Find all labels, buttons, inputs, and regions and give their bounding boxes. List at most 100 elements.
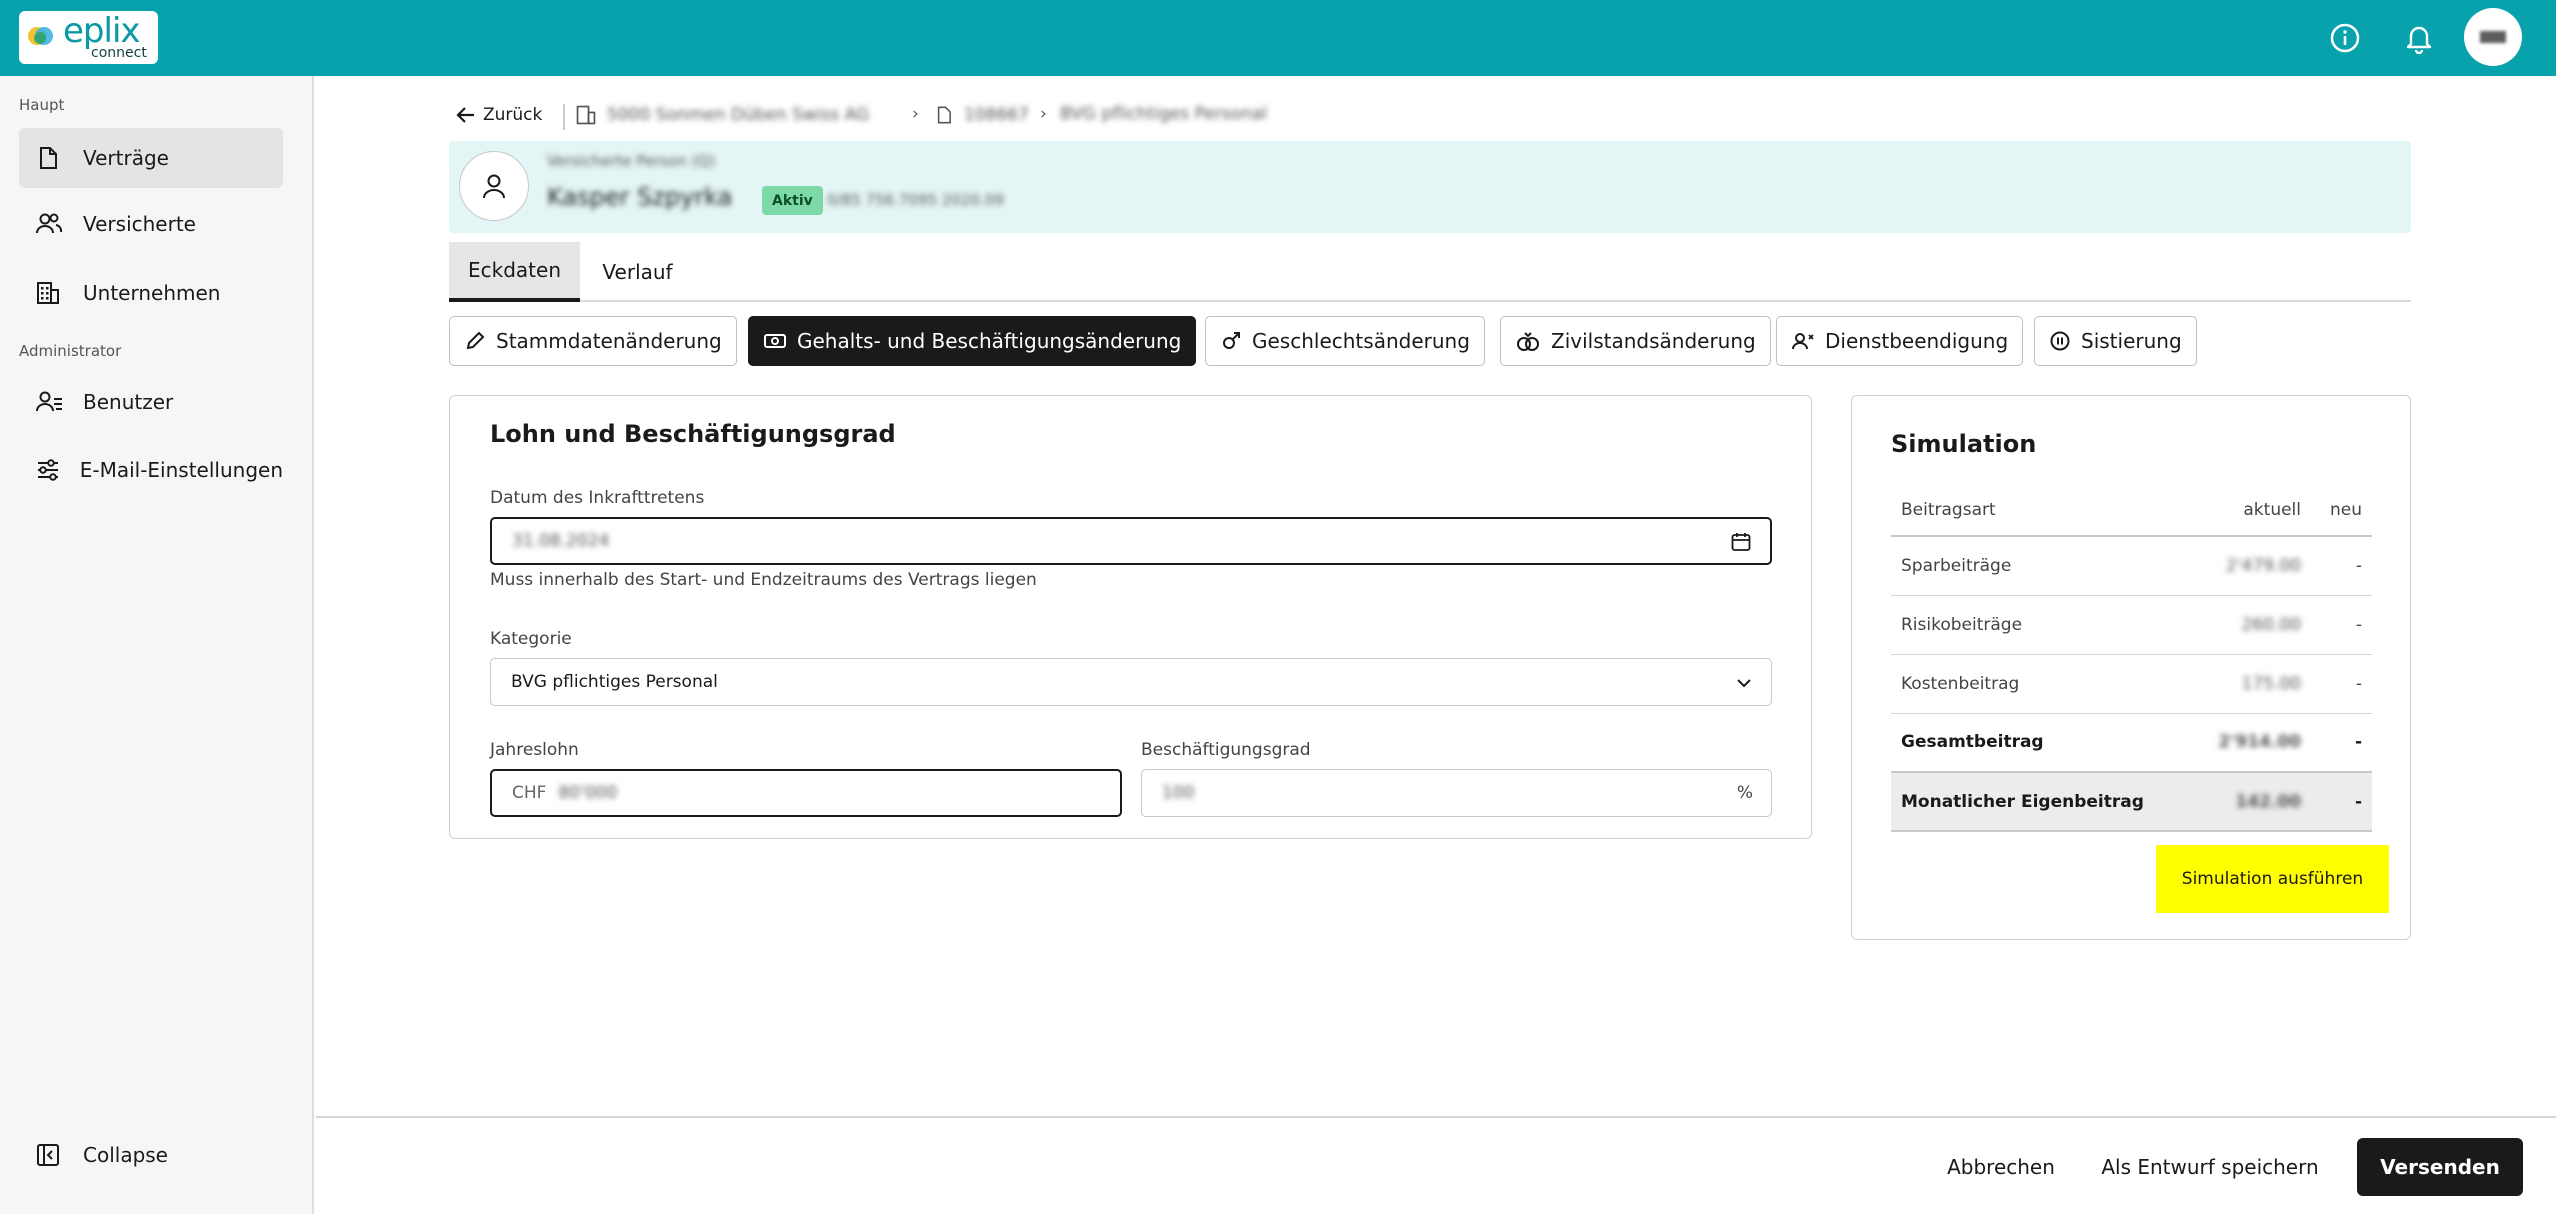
- bell-icon[interactable]: [2401, 20, 2437, 56]
- users-icon: [35, 211, 75, 237]
- sidebar-item-benutzer[interactable]: Benutzer: [19, 372, 283, 432]
- action-label: Sistierung: [2081, 329, 2182, 353]
- building-icon: [576, 105, 596, 125]
- back-link[interactable]: Zurück: [455, 104, 542, 126]
- date-input[interactable]: 31.08.2024: [490, 517, 1772, 565]
- salary-value: 80'000: [558, 783, 618, 803]
- cancel-button[interactable]: Abbrechen: [1938, 1138, 2064, 1196]
- pencil-icon: [464, 330, 486, 352]
- logo-subtext: connect: [91, 45, 147, 61]
- person-subtitle: Versicherte Person (Q): [547, 152, 716, 170]
- sidebar-item-unternehmen[interactable]: Unternehmen: [19, 263, 283, 323]
- row-new-value: -: [2301, 654, 2372, 714]
- person-meta: 0/85 756.7095 2020.09: [827, 191, 1004, 209]
- user-avatar[interactable]: ■■: [2464, 8, 2522, 66]
- insured-person-card: Versicherte Person (Q) Kasper Szpyrka Ak…: [449, 141, 2411, 233]
- eplix-logo[interactable]: eplix connect: [19, 11, 158, 64]
- breadcrumb-category: BVG pflichtiges Personal: [1060, 104, 1267, 124]
- person-name: Kasper Szpyrka: [547, 183, 733, 211]
- zivilstandsaenderung-button[interactable]: Zivilstandsänderung: [1500, 316, 1771, 366]
- breadcrumb-company[interactable]: 5000 Sonmen Düben Swiss AG: [575, 104, 869, 126]
- row-current-value: 2'479.00: [2226, 555, 2301, 576]
- row-label: Sparbeiträge: [1891, 536, 2191, 596]
- date-value: 31.08.2024: [512, 531, 610, 551]
- action-label: Dienstbeendigung: [1825, 329, 2009, 353]
- breadcrumb-separator: ›: [912, 104, 919, 124]
- send-button[interactable]: Versenden: [2357, 1138, 2523, 1196]
- sidebar-item-label: E-Mail-Einstellungen: [79, 458, 283, 482]
- logo-text: eplix: [63, 11, 141, 51]
- row-label: Gesamtbeitrag: [1891, 713, 2191, 773]
- geschlechtsaenderung-button[interactable]: Geschlechtsänderung: [1205, 316, 1485, 366]
- sidebar-item-versicherte[interactable]: Versicherte: [19, 194, 283, 254]
- degree-suffix: %: [1736, 783, 1753, 803]
- top-bar: eplix connect ■■: [0, 0, 2556, 76]
- dienstbeendigung-button[interactable]: Dienstbeendigung: [1776, 316, 2024, 366]
- sidebar-item-label: Verträge: [83, 146, 169, 170]
- breadcrumb-contract[interactable]: 108667: [934, 104, 1029, 126]
- table-row: Risikobeiträge 260.00 -: [1891, 595, 2372, 655]
- column-header: Beitragsart: [1891, 484, 2191, 537]
- calendar-icon[interactable]: [1730, 531, 1752, 553]
- degree-input[interactable]: 100 %: [1141, 769, 1772, 817]
- user-remove-icon: [1791, 330, 1815, 352]
- degree-value: 100: [1162, 783, 1195, 803]
- sidebar-item-label: Benutzer: [83, 390, 174, 414]
- chevron-down-icon: [1737, 679, 1751, 688]
- sistierung-button[interactable]: Sistierung: [2034, 316, 2197, 366]
- collapse-button[interactable]: Collapse: [19, 1125, 283, 1185]
- action-label: Gehalts- und Beschäftigungsänderung: [797, 329, 1182, 353]
- arrow-left-icon: [456, 107, 474, 123]
- category-value: BVG pflichtiges Personal: [511, 672, 718, 692]
- tab-bar: Eckdaten Verlauf: [449, 242, 2411, 302]
- breadcrumb-separator: ›: [1040, 104, 1047, 124]
- date-label: Datum des Inkrafttretens: [490, 488, 705, 508]
- category-select[interactable]: BVG pflichtiges Personal: [490, 658, 1772, 706]
- column-header: aktuell: [2191, 484, 2301, 537]
- rings-icon: [1515, 330, 1541, 352]
- table-row: Sparbeiträge 2'479.00 -: [1891, 536, 2372, 596]
- status-badge: Aktiv: [762, 186, 823, 215]
- sidebar-item-vertraege[interactable]: Verträge: [19, 128, 283, 188]
- gender-icon: [1220, 330, 1242, 352]
- tab-verlauf[interactable]: Verlauf: [580, 242, 695, 302]
- row-new-value: -: [2301, 536, 2372, 596]
- sidebar-item-label: Versicherte: [83, 212, 196, 236]
- person-avatar: [459, 151, 529, 221]
- sidebar-section-title: Administrator: [19, 342, 122, 360]
- money-icon: [763, 330, 787, 352]
- sidebar-section-title: Haupt: [19, 96, 65, 114]
- breadcrumb-divider: [563, 104, 565, 130]
- pause-icon: [2049, 330, 2071, 352]
- logo-mark-icon: [28, 27, 53, 45]
- action-label: Zivilstandsänderung: [1551, 329, 1756, 353]
- column-header: neu: [2301, 484, 2372, 537]
- back-label: Zurück: [483, 105, 543, 125]
- category-label: Kategorie: [490, 629, 572, 649]
- run-simulation-button[interactable]: Simulation ausführen: [2156, 845, 2389, 913]
- breadcrumb-company-label: 5000 Sonmen Düben Swiss AG: [607, 105, 870, 125]
- gehalts-beschaeftigungsaenderung-button[interactable]: Gehalts- und Beschäftigungsänderung: [748, 316, 1197, 366]
- salary-form-card: Lohn und Beschäftigungsgrad Datum des In…: [449, 395, 1812, 839]
- action-label: Stammdatenänderung: [496, 329, 722, 353]
- sidebar-item-email-einstellungen[interactable]: E-Mail-Einstellungen: [19, 440, 283, 500]
- tab-eckdaten[interactable]: Eckdaten: [449, 242, 580, 302]
- avatar-initials: ■■: [2480, 31, 2506, 43]
- row-new-value: -: [2301, 713, 2372, 773]
- building-icon: [35, 280, 75, 306]
- simulation-table: Beitragsart aktuell neu Sparbeiträge 2'4…: [1891, 484, 2372, 832]
- table-header-row: Beitragsart aktuell neu: [1891, 484, 2372, 537]
- sidebar-item-label: Unternehmen: [83, 281, 221, 305]
- salary-currency: CHF: [512, 783, 547, 803]
- collapse-icon: [35, 1142, 75, 1168]
- row-label: Kostenbeitrag: [1891, 654, 2191, 714]
- form-title: Lohn und Beschäftigungsgrad: [490, 420, 896, 448]
- save-draft-button[interactable]: Als Entwurf speichern: [2092, 1138, 2328, 1196]
- breadcrumb-contract-label: 108667: [964, 105, 1029, 125]
- stammdatenaenderung-button[interactable]: Stammdatenänderung: [449, 316, 737, 366]
- collapse-label: Collapse: [83, 1143, 168, 1167]
- sliders-icon: [35, 457, 72, 483]
- row-new-value: -: [2301, 772, 2372, 832]
- salary-input[interactable]: CHF 80'000: [490, 769, 1122, 817]
- info-icon[interactable]: [2327, 20, 2363, 56]
